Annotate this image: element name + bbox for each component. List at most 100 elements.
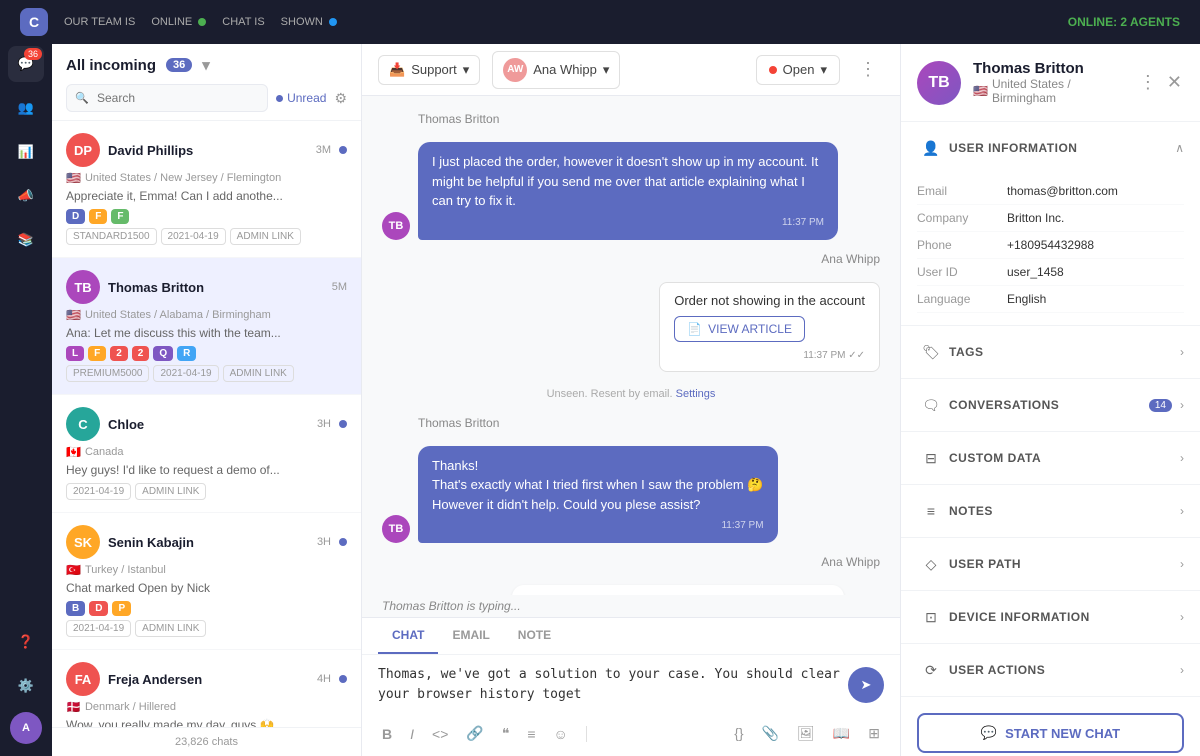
sidebar-contacts-icon[interactable]: 👥: [8, 90, 44, 126]
device-info-header[interactable]: ⊡ DEVICE INFORMATION ›: [901, 591, 1200, 643]
conversations-header[interactable]: 🗨 CONVERSATIONS 14 ›: [901, 379, 1200, 431]
conv-item[interactable]: C Chloe 3H 🇨🇦 Canada Hey guys! I'd like …: [52, 395, 361, 513]
phone-value: +180954432988: [1007, 238, 1094, 252]
conv-item[interactable]: FA Freja Andersen 4H 🇩🇰 Denmark / Hiller…: [52, 650, 361, 727]
sidebar-reports-icon[interactable]: 📊: [8, 134, 44, 170]
send-button[interactable]: ➤: [848, 667, 884, 703]
contact-info: Thomas Britton 🇺🇸 United States / Birmin…: [973, 60, 1125, 105]
conv-item-header: FA Freja Andersen 4H: [66, 662, 347, 696]
start-new-chat-btn[interactable]: 💬 START NEW CHAT: [917, 713, 1184, 753]
label: 2021-04-19: [153, 365, 218, 382]
tag: R: [177, 346, 196, 361]
tab-chat[interactable]: CHAT: [378, 618, 438, 654]
chat-input[interactable]: Thomas, we've got a solution to your cas…: [378, 665, 840, 705]
conv-name: Freja Andersen: [108, 672, 309, 687]
conv-item[interactable]: SK Senin Kabajin 3H 🇹🇷 Turkey / Istanbul…: [52, 513, 361, 650]
info-row-phone: Phone +180954432988: [917, 232, 1184, 259]
tag: Q: [153, 346, 173, 361]
message-row: Order not showing in the account 📄 VIEW …: [382, 282, 880, 372]
open-dot: [769, 66, 777, 74]
chevron-right-icon: ›: [1180, 451, 1184, 465]
conv-time: 5M: [332, 281, 347, 293]
conv-preview: Appreciate it, Emma! Can I add anothe...: [66, 189, 306, 203]
label: PREMIUM5000: [66, 365, 149, 382]
app-logo: C: [20, 8, 48, 36]
close-panel-icon[interactable]: ✕: [1165, 70, 1184, 95]
search-input[interactable]: [66, 84, 268, 112]
attachment-btn[interactable]: 📎: [758, 721, 783, 746]
info-row-language: Language English: [917, 286, 1184, 313]
tag: D: [66, 209, 85, 224]
unread-filter[interactable]: Unread: [276, 91, 326, 105]
label: ADMIN LINK: [230, 228, 301, 245]
conv-name: Thomas Britton: [108, 280, 324, 295]
msg-sender-label: Thomas Britton: [418, 112, 880, 126]
notes-section: ≡ NOTES ›: [901, 485, 1200, 538]
chevron-right-icon: ›: [1180, 557, 1184, 571]
tab-note[interactable]: NOTE: [504, 618, 565, 654]
chat-icon: 💬: [981, 725, 997, 741]
emoji-btn[interactable]: ☺: [550, 722, 572, 746]
label: 2021-04-19: [66, 620, 131, 637]
conv-location: 🇺🇸 United States / New Jersey / Flemingt…: [66, 171, 347, 185]
user-icon: 👤: [917, 134, 945, 162]
article-btn[interactable]: 📖: [829, 721, 854, 746]
conv-preview: Hey guys! I'd like to request a demo of.…: [66, 463, 306, 477]
message-bubble: Thanks!That's exactly what I tried first…: [418, 446, 778, 544]
link-btn[interactable]: 🔗: [462, 721, 487, 746]
tab-email[interactable]: EMAIL: [438, 618, 503, 654]
code-block-btn[interactable]: {}: [730, 721, 747, 746]
tag-icon: 🏷: [917, 338, 945, 366]
notes-header[interactable]: ≡ NOTES ›: [901, 485, 1200, 537]
user-path-title: USER PATH: [949, 557, 1180, 571]
unread-indicator: [339, 146, 347, 154]
contact-location: 🇺🇸 United States / Birmingham: [973, 77, 1125, 105]
list-btn[interactable]: ≡: [523, 722, 539, 746]
settings-link[interactable]: Settings: [676, 388, 716, 400]
shortcuts-btn[interactable]: ⊞: [864, 721, 884, 746]
sidebar-campaigns-icon[interactable]: 📣: [8, 178, 44, 214]
chat-input-area: CHAT EMAIL NOTE Thomas, we've got a solu…: [362, 617, 900, 756]
agent-selector[interactable]: AW Ana Whipp ▾: [492, 51, 620, 89]
avatar: C: [66, 407, 100, 441]
conv-preview: Chat marked Open by Nick: [66, 581, 306, 595]
conv-item[interactable]: DP David Phillips 3M 🇺🇸 United States / …: [52, 121, 361, 258]
tag: B: [66, 601, 85, 616]
status-selector[interactable]: Open ▾: [756, 55, 840, 85]
conv-name: Chloe: [108, 417, 309, 432]
list-settings-icon[interactable]: ⚙: [334, 90, 347, 107]
sidebar-settings-icon[interactable]: ⚙️: [8, 668, 44, 704]
sidebar-books-icon[interactable]: 📚: [8, 222, 44, 258]
conv-list-title-row: All incoming 36 ▾: [66, 56, 347, 74]
user-actions-icon: ⟳: [917, 656, 945, 684]
conv-item[interactable]: TB Thomas Britton 5M 🇺🇸 United States / …: [52, 258, 361, 395]
user-path-header[interactable]: ◇ USER PATH ›: [901, 538, 1200, 590]
bold-btn[interactable]: B: [378, 722, 396, 746]
inbox-selector[interactable]: 📥 Support ▾: [378, 55, 480, 85]
user-info-header[interactable]: 👤 USER INFORMATION ∧: [901, 122, 1200, 174]
chat-status: SHOWN: [281, 16, 337, 28]
custom-data-header[interactable]: ⊟ CUSTOM DATA ›: [901, 432, 1200, 484]
conv-count: 36: [166, 58, 192, 72]
message-bubble: Let me discuss this with the team. I'll …: [512, 585, 844, 595]
quote-btn[interactable]: ❝: [498, 721, 514, 746]
conversation-items: DP David Phillips 3M 🇺🇸 United States / …: [52, 121, 361, 727]
sidebar-avatar[interactable]: A: [10, 712, 42, 744]
user-path-icon: ◇: [917, 550, 945, 578]
notes-title: NOTES: [949, 504, 1180, 518]
code-btn[interactable]: <>: [428, 722, 452, 746]
sidebar-help-icon[interactable]: ❓: [8, 624, 44, 660]
conv-time: 3H: [317, 418, 331, 430]
unread-label: Unread: [287, 91, 326, 105]
more-options-icon[interactable]: ⋮: [1137, 70, 1159, 95]
label: ADMIN LINK: [135, 620, 206, 637]
user-actions-header[interactable]: ⟳ USER ACTIONS ›: [901, 644, 1200, 696]
notes-icon: ≡: [917, 497, 945, 525]
sidebar-chat-icon[interactable]: 💬 36: [8, 46, 44, 82]
view-article-btn[interactable]: 📄 VIEW ARTICLE: [674, 316, 805, 342]
tags-header[interactable]: 🏷 TAGS ›: [901, 326, 1200, 378]
italic-btn[interactable]: I: [406, 722, 418, 746]
conv-dropdown[interactable]: All incoming 36 ▾: [66, 56, 210, 74]
more-options-btn[interactable]: ⋮: [852, 54, 884, 86]
image-btn[interactable]: 🖼: [793, 721, 819, 746]
